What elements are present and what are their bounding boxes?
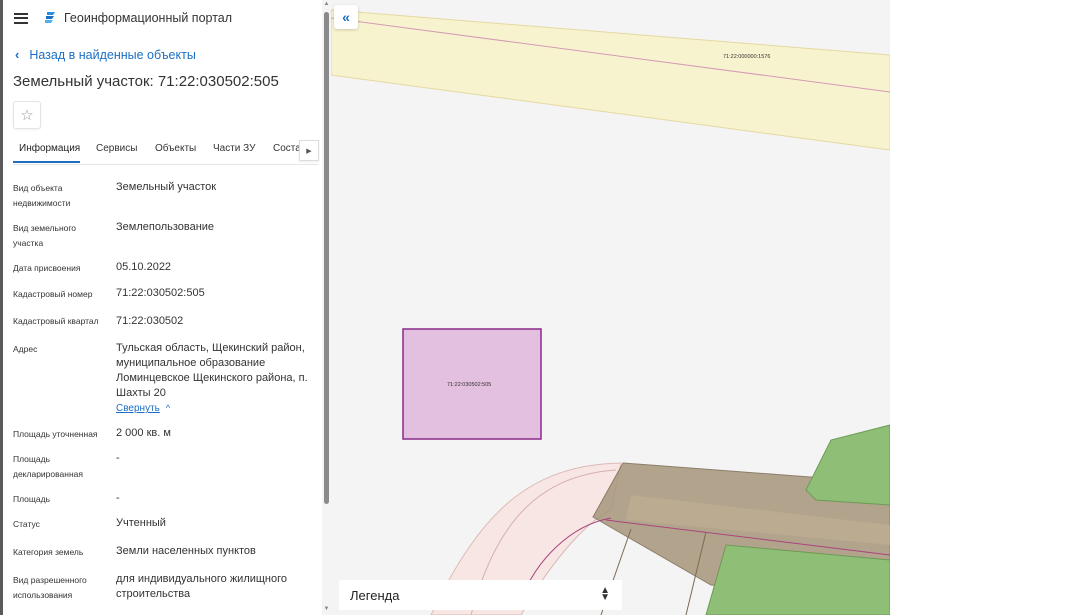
info-panel: Геоинформационный портал ‹ Назад в найде… — [0, 0, 322, 615]
star-icon: ☆ — [20, 107, 34, 124]
tab-composition[interactable]: Соста — [273, 143, 299, 154]
field-value-area-specified: 2 000 кв. м — [116, 427, 171, 439]
field-label-object-type: Вид объекта недвижимости — [13, 183, 71, 208]
field-value-status: Учтенный — [116, 517, 166, 529]
field-value-cadastral-quarter: 71:22:030502 — [116, 315, 184, 327]
collapse-link[interactable]: Свернуть — [116, 403, 160, 414]
top-bar: Геоинформационный портал — [14, 8, 232, 28]
empty-area — [890, 0, 1073, 615]
field-value-area-declared: - — [116, 452, 120, 464]
field-value-permitted-use: для индивидуального жилищного строительс… — [116, 573, 288, 600]
sort-arrows-icon[interactable]: ▲ ▼ — [600, 586, 610, 603]
window-left-edge — [0, 0, 3, 615]
field-value-cadastral-number: 71:22:030502:505 — [116, 287, 205, 299]
field-value-land-type: Землепользование — [116, 221, 215, 233]
chevron-right-icon: ▶ — [306, 147, 312, 155]
chevron-left-icon: ‹ — [15, 47, 20, 62]
field-label-cadastral-number: Кадастровый номер — [13, 289, 93, 299]
tab-objects[interactable]: Объекты — [155, 143, 196, 154]
green-area-top[interactable] — [805, 424, 890, 506]
field-value-assignment-date: 05.10.2022 — [116, 261, 172, 273]
field-label-land-type: Вид земельного участка — [13, 223, 77, 248]
chevron-up-icon: ^ — [165, 403, 171, 413]
back-to-results-link[interactable]: ‹ Назад в найденные объекты — [15, 47, 196, 62]
road-label: 71:22:000000:1576 — [723, 54, 770, 60]
field-value-area: - — [116, 492, 120, 504]
address-collapse-toggle[interactable]: Свернуть ^ — [116, 401, 316, 416]
field-value-address: Тульская область, Щекинский район, муниц… — [116, 342, 308, 399]
field-value-object-type: Земельный участок — [116, 181, 217, 193]
field-label-cadastral-quarter: Кадастровый квартал — [13, 316, 99, 326]
field-label-status: Статус — [13, 519, 40, 529]
favorite-button[interactable]: ☆ — [13, 101, 41, 129]
legend-panel[interactable]: Легенда ▲ ▼ — [339, 580, 622, 610]
road-parcel[interactable] — [331, 9, 890, 151]
menu-icon[interactable] — [14, 12, 28, 24]
back-link-label: Назад в найденные объекты — [29, 47, 196, 62]
page-title: Земельный участок: 71:22:030502:505 — [13, 73, 279, 90]
field-label-assignment-date: Дата присвоения — [13, 263, 81, 273]
scroll-down-icon[interactable]: ▼ — [323, 606, 330, 612]
field-label-address: Адрес — [13, 344, 38, 354]
field-label-permitted-use: Вид разрешенного использования — [13, 575, 87, 600]
panel-scrollbar[interactable]: ▲ ▼ — [322, 0, 331, 615]
collapse-panel-button[interactable]: « — [334, 5, 358, 29]
legend-title: Легенда — [350, 587, 400, 603]
field-label-area: Площадь — [13, 494, 51, 504]
parcel-label: 71:22:030502:505 — [447, 382, 491, 388]
tab-services[interactable]: Сервисы — [96, 143, 137, 154]
field-label-area-declared: Площадь декларированная — [13, 454, 83, 479]
app-title: Геоинформационный портал — [64, 11, 233, 25]
field-label-land-category: Категория земель — [13, 547, 84, 557]
scroll-up-icon[interactable]: ▲ — [323, 1, 330, 7]
active-tab-indicator — [13, 161, 80, 163]
map-canvas[interactable]: 71:22:000000:1576 71:22:030502:505 — [331, 0, 890, 615]
field-value-land-category: Земли населенных пунктов — [116, 545, 256, 557]
scrollbar-thumb[interactable] — [324, 12, 329, 504]
tab-bar: Информация Сервисы Объекты Части ЗУ Сост… — [13, 136, 319, 165]
double-chevron-left-icon: « — [342, 9, 350, 25]
portal-logo-icon — [45, 12, 55, 23]
tabs-next-button[interactable]: ▶ — [299, 140, 319, 161]
map-view[interactable]: 71:22:000000:1576 71:22:030502:505 « Лег… — [331, 0, 890, 615]
tab-information[interactable]: Информация — [19, 143, 80, 154]
field-label-area-specified: Площадь уточненная — [13, 429, 98, 439]
tab-parts[interactable]: Части ЗУ — [213, 143, 255, 154]
